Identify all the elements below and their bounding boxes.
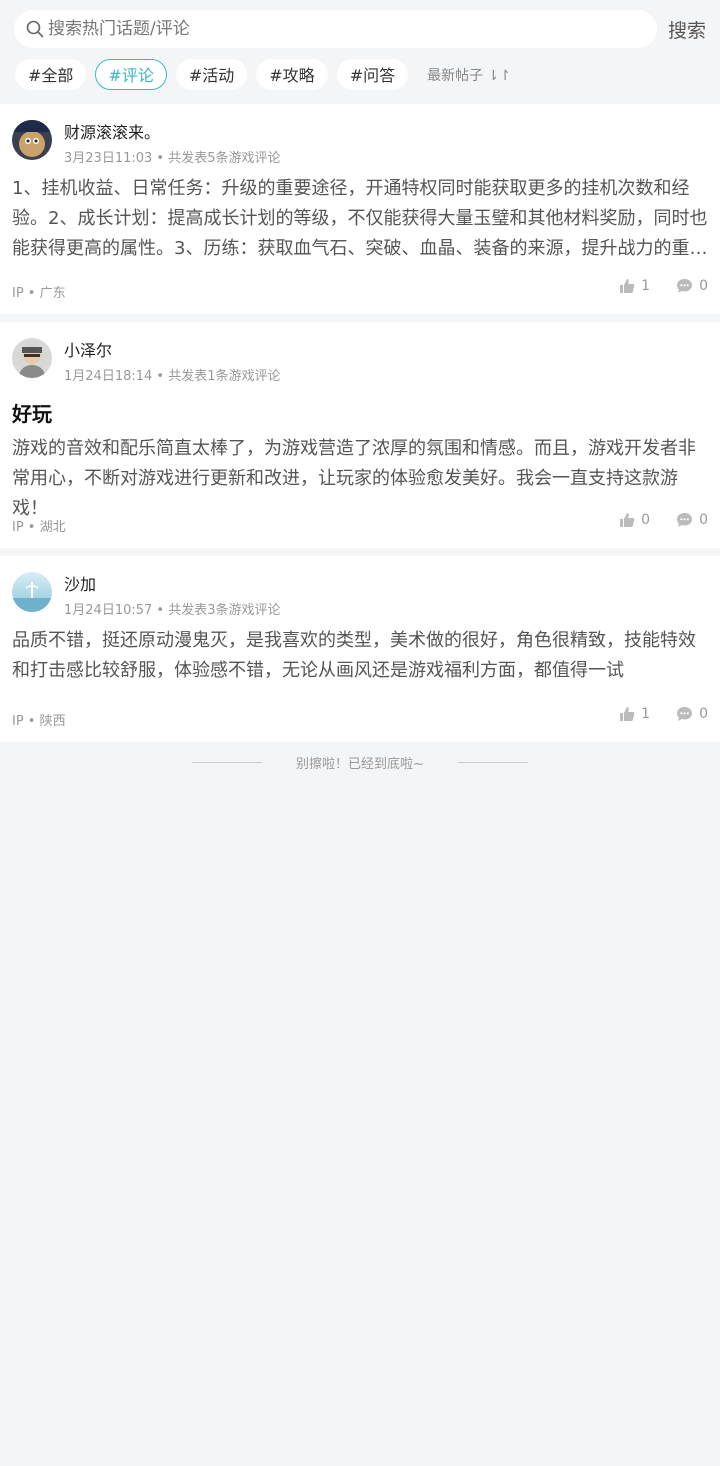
post-card[interactable]: 小泽尔 1月24日18:14 • 共发表1条游戏评论 好玩 游戏的音效和配乐简直… [0,322,720,548]
like-button[interactable]: 1 [619,706,650,722]
post-footer: IP • 湖北 0 0 [12,500,708,548]
divider [192,761,263,763]
comment-icon [677,279,693,293]
post-content[interactable]: 1、挂机收益、日常任务：升级的重要途径，开通特权同时能获取更多的挂机次数和经验。… [12,172,708,264]
post-title[interactable]: 好玩 [12,390,708,430]
like-button[interactable]: 1 [619,278,650,294]
divider [457,761,528,763]
tag-filter-bar: #全部 #评论 #活动 #攻略 #问答 最新帖子 ⇂↾ [15,59,511,90]
comment-count: 0 [699,512,708,528]
sort-arrows-icon: ⇂↾ [483,67,512,84]
post-header: 财源滚滚来。 3月23日11:03 • 共发表5条游戏评论 [12,104,708,172]
post-header: 沙加 1月24日10:57 • 共发表3条游戏评论 [12,556,708,624]
post-meta: 1月24日10:57 • 共发表3条游戏评论 [64,603,281,618]
username[interactable]: 小泽尔 [64,337,112,361]
avatar[interactable] [12,338,52,378]
search-row: 搜索 [14,10,706,48]
like-count: 0 [641,512,650,528]
ip-location: IP • 广东 [12,286,66,301]
like-button[interactable]: 0 [619,512,650,528]
avatar[interactable] [12,120,52,160]
avatar[interactable] [12,572,52,612]
tag-qa[interactable]: #问答 [336,59,409,90]
username[interactable]: 财源滚滚来。 [64,119,160,143]
ip-location: IP • 陕西 [12,714,66,729]
post-content[interactable]: 品质不错，挺还原动漫鬼灭，是我喜欢的类型，美术做的很好，角色很精致，技能特效和打… [12,624,708,686]
comment-count: 0 [699,278,708,294]
end-text: 别擦啦！已经到底啦~ [296,756,424,772]
top-bar: 搜索 #全部 #评论 #活动 #攻略 #问答 最新帖子 ⇂↾ [0,0,720,104]
post-meta: 3月23日11:03 • 共发表5条游戏评论 [64,151,281,166]
tag-all[interactable]: #全部 [15,59,87,90]
thumbs-up-icon [620,707,635,721]
post-card[interactable]: 财源滚滚来。 3月23日11:03 • 共发表5条游戏评论 1、挂机收益、日常任… [0,104,720,314]
search-button[interactable]: 搜索 [668,16,706,43]
comment-button[interactable]: 0 [676,706,708,722]
sort-button[interactable]: 最新帖子 ⇂↾ [427,65,511,85]
thumbs-up-icon [620,513,635,527]
search-icon [26,20,44,38]
ip-location: IP • 湖北 [12,520,66,535]
thumbs-up-icon [620,279,635,293]
like-count: 1 [641,278,650,294]
list-end-indicator: 别擦啦！已经到底啦~ [0,742,720,782]
comment-icon [677,513,693,527]
tag-guide[interactable]: #攻略 [256,59,328,90]
tag-event[interactable]: #活动 [175,59,248,90]
like-count: 1 [641,706,650,722]
comment-button[interactable]: 0 [676,512,708,528]
comment-button[interactable]: 0 [676,278,708,294]
search-box[interactable] [14,10,657,48]
post-meta: 1月24日18:14 • 共发表1条游戏评论 [64,369,281,384]
post-card[interactable]: 沙加 1月24日10:57 • 共发表3条游戏评论 品质不错，挺还原动漫鬼灭，是… [0,556,720,742]
comment-icon [677,707,693,721]
tag-review[interactable]: #评论 [95,59,167,90]
comment-count: 0 [699,706,708,722]
post-footer: IP • 广东 1 0 [12,266,708,314]
post-footer: IP • 陕西 1 0 [12,694,708,742]
username[interactable]: 沙加 [64,571,96,595]
sort-label: 最新帖子 [427,67,484,84]
post-header: 小泽尔 1月24日18:14 • 共发表1条游戏评论 [12,322,708,390]
search-input[interactable] [48,19,608,39]
